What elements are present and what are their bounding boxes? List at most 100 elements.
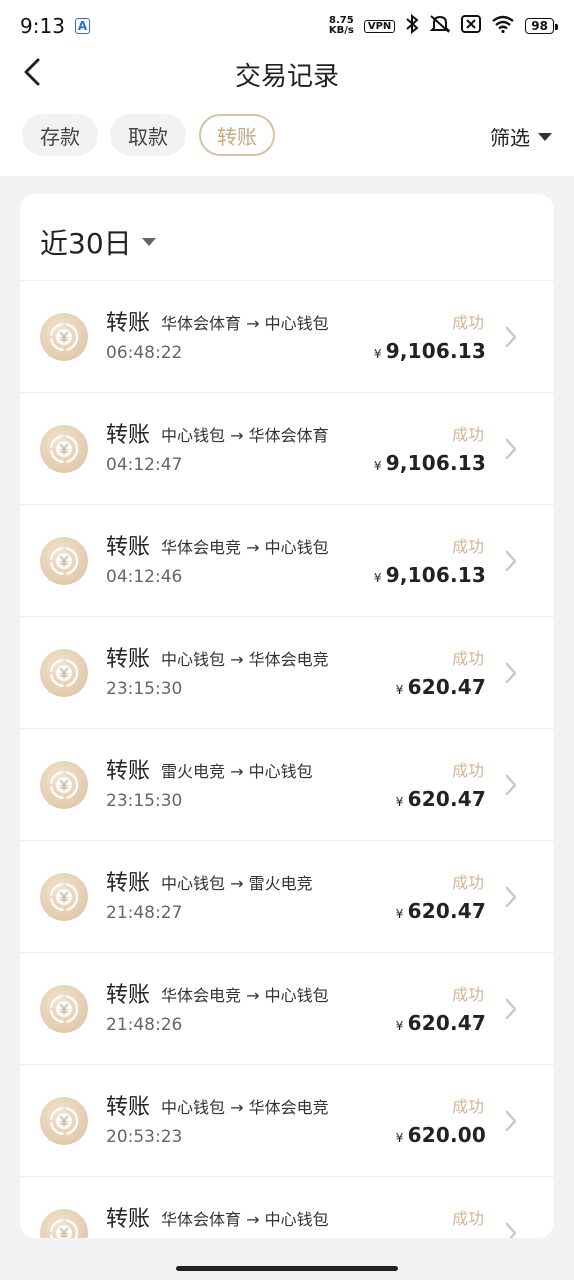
- status-time: 9:13: [20, 14, 65, 38]
- transaction-time: 21:48:27: [106, 903, 183, 923]
- transaction-row[interactable]: 转账 中心钱包 → 华体会电竞 23:15:30 成功 ¥620.47: [20, 617, 554, 729]
- transfer-icon: [40, 537, 88, 585]
- transaction-amount: [482, 1235, 486, 1238]
- transaction-route: 中心钱包 → 雷火电竞: [161, 874, 313, 893]
- transfer-icon: [40, 873, 88, 921]
- chevron-right-icon: [502, 772, 520, 798]
- transfer-icon: [40, 425, 88, 473]
- vpn-icon: VPN: [363, 19, 396, 33]
- home-indicator: [176, 1266, 398, 1271]
- transaction-time: 20:53:23: [106, 1127, 183, 1147]
- transfer-icon: [40, 985, 88, 1033]
- currency-symbol: ¥: [373, 571, 382, 585]
- transaction-list: 转账 华体会体育 → 中心钱包 06:48:22 成功 ¥9,106.13 转账…: [20, 281, 554, 1238]
- status-bar: 9:13 A 8.75 KB/s VPN 98: [0, 0, 574, 52]
- amount-value: 620.47: [407, 787, 486, 811]
- transaction-status: 成功: [451, 1097, 484, 1116]
- chevron-right-icon: [502, 1220, 520, 1238]
- currency-symbol: ¥: [395, 1019, 404, 1033]
- transaction-type: 转账: [106, 871, 151, 896]
- amount-value: 620.47: [407, 899, 486, 923]
- transaction-route: 中心钱包 → 华体会电竞: [161, 650, 329, 669]
- wifi-icon: [491, 15, 515, 37]
- transaction-time: 21:48:26: [106, 1015, 183, 1035]
- transaction-row[interactable]: 转账 华体会电竞 → 中心钱包 04:12:46 成功 ¥9,106.13: [20, 505, 554, 617]
- caret-down-icon: [141, 238, 156, 246]
- transaction-row[interactable]: 转账 中心钱包 → 雷火电竞 21:48:27 成功 ¥620.47: [20, 841, 554, 953]
- transaction-row[interactable]: 转账 华体会体育 → 中心钱包 06:48:22 成功 ¥9,106.13: [20, 281, 554, 393]
- transaction-type: 转账: [106, 1207, 151, 1232]
- transaction-status: 成功: [451, 761, 484, 780]
- network-speed-unit: KB/s: [328, 25, 354, 36]
- transaction-amount: ¥620.00: [396, 1123, 486, 1147]
- currency-symbol: ¥: [395, 683, 404, 697]
- transaction-type: 转账: [106, 759, 151, 784]
- transaction-time: 04:12:46: [106, 567, 183, 587]
- transaction-row[interactable]: 转账 华体会电竞 → 中心钱包 21:48:26 成功 ¥620.47: [20, 953, 554, 1065]
- chevron-right-icon: [502, 884, 520, 910]
- transfer-icon: [40, 1209, 88, 1238]
- date-range-selector[interactable]: 近30日: [40, 222, 156, 262]
- transfer-icon: [40, 313, 88, 361]
- transaction-time: 23:15:30: [106, 679, 183, 699]
- chevron-right-icon: [502, 660, 520, 686]
- chevron-right-icon: [502, 996, 520, 1022]
- transaction-row[interactable]: 转账 中心钱包 → 华体会体育 04:12:47 成功 ¥9,106.13: [20, 393, 554, 505]
- transaction-route: 华体会电竞 → 中心钱包: [161, 986, 329, 1005]
- transaction-type: 转账: [106, 983, 151, 1008]
- status-icons: 8.75 KB/s VPN 98: [329, 13, 558, 38]
- transaction-route: 雷火电竞 → 中心钱包: [161, 762, 313, 781]
- filter-button[interactable]: 筛选: [490, 122, 552, 151]
- transaction-type: 转账: [106, 311, 151, 336]
- transfer-icon: [40, 761, 88, 809]
- transaction-time: 04:12:47: [106, 455, 183, 475]
- chevron-right-icon: [502, 436, 520, 462]
- transaction-type: 转账: [106, 535, 151, 560]
- transaction-route: 中心钱包 → 华体会体育: [161, 426, 329, 445]
- tab-transfer[interactable]: 转账: [199, 114, 275, 156]
- transaction-status: 成功: [451, 985, 484, 1004]
- amount-value: 9,106.13: [385, 451, 486, 475]
- amount-value: 620.47: [407, 1011, 486, 1035]
- transaction-status: 成功: [451, 649, 484, 668]
- page-title: 交易记录: [234, 62, 339, 92]
- date-range-label: 近30日: [40, 227, 132, 260]
- filter-label: 筛选: [490, 126, 530, 150]
- transaction-time: 23:15:30: [106, 791, 183, 811]
- transaction-status: 成功: [451, 313, 484, 332]
- transaction-status: 成功: [451, 1209, 484, 1228]
- transaction-status: 成功: [451, 425, 484, 444]
- transaction-route: 华体会体育 → 中心钱包: [161, 1210, 329, 1229]
- currency-symbol: ¥: [395, 1131, 404, 1145]
- transaction-row[interactable]: 转账 雷火电竞 → 中心钱包 23:15:30 成功 ¥620.47: [20, 729, 554, 841]
- transactions-card: 近30日 转账 华体会体育 → 中心钱包 06:48:22 成功 ¥9,106.…: [20, 194, 554, 1238]
- network-speed: 8.75 KB/s: [329, 16, 354, 36]
- currency-symbol: ¥: [373, 459, 382, 473]
- tabs-bar: 存款 取款 转账 筛选: [0, 94, 574, 176]
- chevron-right-icon: [502, 548, 520, 574]
- amount-value: 620.00: [407, 1123, 486, 1147]
- bluetooth-icon: [405, 13, 419, 38]
- transaction-time: 06:48:22: [106, 343, 183, 363]
- currency-symbol: ¥: [395, 907, 404, 921]
- transaction-amount: ¥9,106.13: [374, 563, 486, 587]
- transfer-icon: [40, 649, 88, 697]
- transaction-row[interactable]: 转账 中心钱包 → 华体会电竞 20:53:23 成功 ¥620.00: [20, 1065, 554, 1177]
- transaction-route: 华体会电竞 → 中心钱包: [161, 538, 329, 557]
- currency-symbol: ¥: [395, 795, 404, 809]
- transaction-status: 成功: [451, 873, 484, 892]
- amount-value: 620.47: [407, 675, 486, 699]
- tab-withdraw[interactable]: 取款: [110, 114, 186, 156]
- transaction-amount: ¥620.47: [396, 675, 486, 699]
- transaction-route: 中心钱包 → 华体会电竞: [161, 1098, 329, 1117]
- amount-value: 9,106.13: [385, 563, 486, 587]
- app-notification-icon: A: [74, 18, 91, 34]
- transaction-amount: ¥9,106.13: [374, 451, 486, 475]
- tab-deposit[interactable]: 存款: [22, 114, 98, 156]
- transfer-icon: [40, 1097, 88, 1145]
- transaction-row[interactable]: 转账 华体会体育 → 中心钱包 成功: [20, 1177, 554, 1238]
- chevron-right-icon: [502, 324, 520, 350]
- transaction-amount: ¥620.47: [396, 1011, 486, 1035]
- currency-symbol: ¥: [373, 347, 382, 361]
- transaction-amount: ¥620.47: [396, 899, 486, 923]
